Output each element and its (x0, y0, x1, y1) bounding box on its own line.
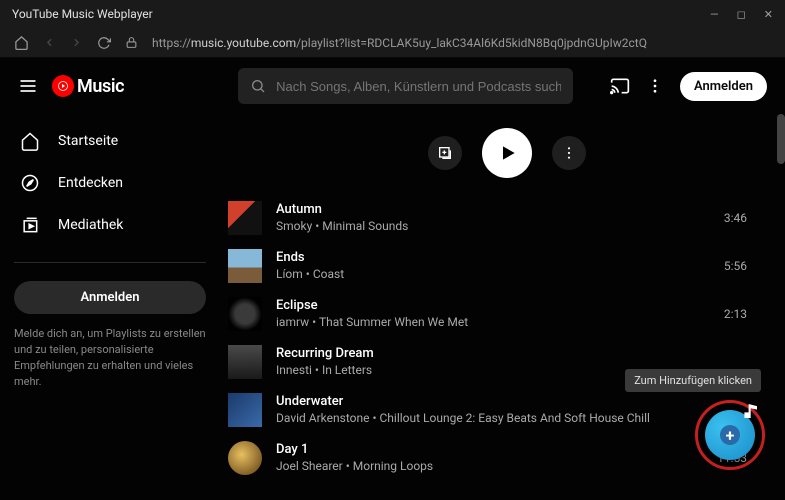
sidebar-item-home[interactable]: Startseite (14, 120, 206, 162)
overflow-icon[interactable] (646, 77, 664, 95)
signin-button[interactable]: Anmelden (680, 72, 767, 101)
track-row[interactable]: Day 1 Joel Shearer • Morning Loops 11:53 (228, 434, 747, 482)
brand-name: Music (77, 76, 124, 97)
plus-icon: + (720, 425, 740, 445)
sidebar-signin-button[interactable]: Anmelden (14, 281, 206, 314)
track-thumbnail (228, 393, 262, 427)
track-title: Eclipse (276, 298, 714, 315)
play-button[interactable] (482, 128, 532, 178)
sidebar-blurb: Melde dich an, um Playlists zu erstellen… (14, 326, 206, 390)
track-subtitle: Joel Shearer • Morning Loops (276, 459, 707, 475)
track-row[interactable]: Underwater David Arkenstone • Chillout L… (228, 386, 747, 434)
save-playlist-button[interactable] (428, 136, 462, 170)
back-icon[interactable] (43, 36, 56, 49)
track-thumbnail (228, 201, 262, 235)
home-icon[interactable] (14, 35, 29, 50)
hamburger-icon[interactable] (18, 76, 38, 96)
track-subtitle: Smoky • Minimal Sounds (276, 219, 714, 235)
track-thumbnail (228, 249, 262, 283)
track-subtitle: David Arkenstone • Chillout Lounge 2: Ea… (276, 411, 737, 427)
sidebar: Startseite Entdecken Mediathek Anmelden … (0, 114, 220, 500)
track-thumbnail (228, 345, 262, 379)
sidebar-item-explore[interactable]: Entdecken (14, 162, 206, 204)
url-text[interactable]: https://music.youtube.com/playlist?list=… (152, 36, 647, 50)
add-tooltip: Zum Hinzufügen klicken (625, 369, 761, 392)
window-title: YouTube Music Webplayer (12, 7, 153, 21)
scrollbar-thumb[interactable] (777, 114, 785, 164)
track-thumbnail (228, 441, 262, 475)
track-title: Ends (276, 250, 714, 267)
track-title: Day 1 (276, 442, 707, 459)
search-input[interactable] (276, 79, 561, 94)
track-duration: 5:56 (724, 259, 747, 273)
explore-icon (20, 173, 40, 193)
divider (14, 262, 206, 263)
cast-icon[interactable] (610, 76, 630, 96)
track-row[interactable]: Ends Líom • Coast 5:56 (228, 242, 747, 290)
window-titlebar: YouTube Music Webplayer — ◻ ✕ (0, 0, 785, 28)
home-nav-icon (20, 131, 40, 151)
add-music-fab[interactable]: + (705, 410, 755, 460)
track-subtitle: Líom • Coast (276, 267, 714, 283)
track-row[interactable]: Eclipse iamrw • That Summer When We Met … (228, 290, 747, 338)
search-box[interactable] (238, 68, 573, 104)
lock-icon (125, 36, 138, 49)
sidebar-item-library[interactable]: Mediathek (14, 204, 206, 246)
library-icon (20, 215, 40, 235)
app-topbar: Music Anmelden (0, 58, 785, 114)
track-title: Autumn (276, 202, 714, 219)
window-minimize-button[interactable]: — (710, 8, 719, 21)
track-row[interactable]: Autumn Smoky • Minimal Sounds 3:46 (228, 194, 747, 242)
window-close-button[interactable]: ✕ (764, 8, 773, 21)
fab-highlight-ring: + (695, 400, 765, 470)
track-subtitle: iamrw • That Summer When We Met (276, 315, 714, 331)
browser-urlbar: https://music.youtube.com/playlist?list=… (0, 28, 785, 58)
more-actions-button[interactable] (552, 136, 586, 170)
playlist-actions (228, 114, 785, 188)
track-thumbnail (228, 297, 262, 331)
sidebar-item-label: Mediathek (58, 217, 123, 233)
track-duration: 2:13 (724, 307, 747, 321)
track-duration: 3:46 (724, 211, 747, 225)
main-content: Autumn Smoky • Minimal Sounds 3:46 Ends … (220, 114, 785, 500)
sidebar-item-label: Startseite (58, 133, 118, 149)
track-title: Recurring Dream (276, 346, 737, 363)
search-icon (250, 78, 266, 94)
track-title: Underwater (276, 394, 737, 411)
window-maximize-button[interactable]: ◻ (737, 8, 746, 21)
forward-icon[interactable] (70, 36, 83, 49)
reload-icon[interactable] (97, 36, 111, 50)
sidebar-item-label: Entdecken (58, 175, 123, 191)
youtube-music-icon (52, 75, 74, 97)
brand-logo[interactable]: Music (52, 75, 124, 97)
music-note-icon (743, 404, 757, 418)
